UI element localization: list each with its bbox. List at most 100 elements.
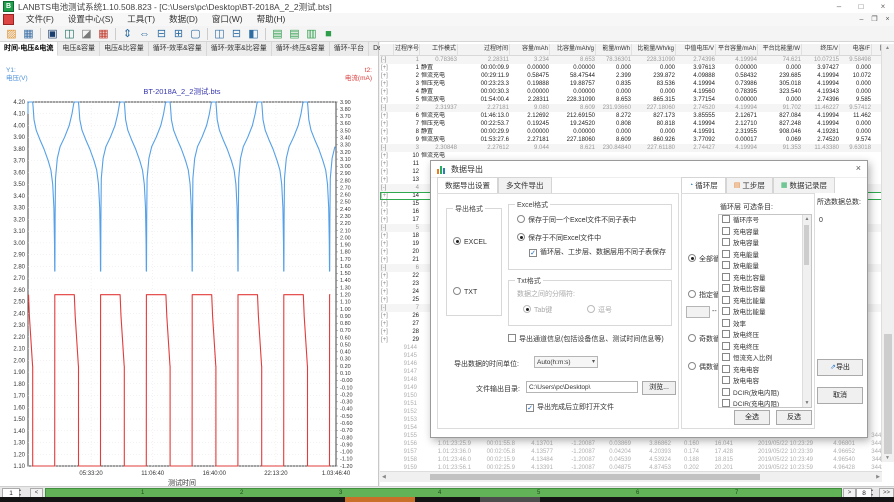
schedule-icon[interactable]: ▦	[96, 27, 111, 41]
cycle-item-checkbox[interactable]: 充电终压	[719, 342, 811, 354]
tile-horizontal-icon[interactable]: ⊟	[229, 27, 244, 41]
expand-icon[interactable]: [+]	[380, 248, 394, 256]
table-header-cell[interactable]: 电容/F	[840, 44, 872, 55]
export-button[interactable]: ⇗导出	[817, 359, 863, 376]
record-row[interactable]: 91581.01:23:46.000:02:15.94.13484-1.2008…	[380, 456, 882, 464]
cycle-item-checkbox[interactable]: DCIR(充电内阻)	[719, 399, 811, 408]
table-header-cell[interactable]: 平台容量/mAh	[716, 44, 758, 55]
table-header-cell[interactable]: 终压/V	[802, 44, 840, 55]
expand-icon[interactable]: [-]	[380, 144, 394, 152]
table-header-cell[interactable]: 过程序号	[394, 44, 420, 55]
expand-icon[interactable]: [+]	[380, 296, 394, 304]
cycle-item-checkbox[interactable]: 充电比能量	[719, 296, 811, 308]
table-header-cell[interactable]: 平台比能量/W	[758, 44, 802, 55]
cycle-summary-row[interactable]: [-]10.783632.283113.2348.65378.36301228.…	[380, 56, 882, 64]
tab-record-layer[interactable]: ▦数据记录层	[773, 177, 835, 193]
table-row[interactable]: [+]1静置00:00:09.90.000000.000000.0000.000…	[380, 64, 882, 72]
cycle-item-checkbox[interactable]: 放电电容	[719, 376, 811, 388]
table-header-cell[interactable]: 能量/mWh	[596, 44, 632, 55]
zoom-box-icon[interactable]: ▢	[188, 27, 203, 41]
tab-export-settings[interactable]: 数据导出设置	[437, 177, 498, 193]
menu-item[interactable]: 窗口(W)	[205, 14, 250, 24]
table-row[interactable]: [+]5恒流放电01:54:00.42.28311228.310908.6538…	[380, 96, 882, 104]
invert-selection-button[interactable]: 反选	[776, 410, 812, 425]
list-scrollbar[interactable]: ▲▼	[802, 215, 811, 407]
mdi-close-button[interactable]: ×	[881, 14, 894, 25]
expand-icon[interactable]: [+]	[380, 176, 394, 184]
expand-icon[interactable]: [+]	[380, 288, 394, 296]
chart-tab[interactable]: 电压&比容量	[100, 42, 149, 56]
export-channel-info-checkbox[interactable]: 导出通道信息(包括设备信息、测试时间信息等)	[508, 334, 664, 344]
menu-item[interactable]: 数据(D)	[162, 14, 205, 24]
horizontal-scrollbar[interactable]: ◀ ▶	[380, 471, 882, 482]
voltage-current-chart[interactable]: Y1:电压(V)t2:电流(mA)BT-2018A_2_2测试.bts4.204…	[0, 56, 378, 486]
expand-icon[interactable]: [-]	[380, 304, 394, 312]
expand-icon[interactable]: [+]	[380, 280, 394, 288]
menu-item[interactable]: 帮助(H)	[250, 14, 293, 24]
expand-icon[interactable]: [+]	[380, 112, 394, 120]
excel-subtable-checkbox[interactable]: 循环层、工步层、数据层用不同子表保存	[529, 247, 666, 257]
maximize-button[interactable]: □	[850, 1, 872, 13]
zoom-all-icon[interactable]: ⇔	[137, 27, 152, 41]
table-header-cell[interactable]: 中值电压/V	[676, 44, 716, 55]
expand-icon[interactable]: [+]	[380, 120, 394, 128]
expand-icon[interactable]: [-]	[380, 264, 394, 272]
expand-icon[interactable]: [+]	[380, 136, 394, 144]
expand-icon[interactable]: [-]	[380, 184, 394, 192]
expand-icon[interactable]: [-]	[380, 56, 394, 64]
cycle-summary-row[interactable]: [-]32.308482.276129.0448.621230.84840227…	[380, 144, 882, 152]
copy-data-icon[interactable]: ◫	[62, 27, 77, 41]
list-view-icon[interactable]: ▤	[270, 27, 285, 41]
cycle-item-checkbox[interactable]: 放电能量	[719, 261, 811, 273]
expand-icon[interactable]: [+]	[380, 320, 394, 328]
mdi-minimize-button[interactable]: –	[855, 14, 868, 25]
cycle-item-checkbox[interactable]: 放电比容量	[719, 284, 811, 296]
expand-icon[interactable]: [+]	[380, 168, 394, 176]
cycle-range-start-input[interactable]	[686, 306, 710, 318]
minimize-button[interactable]: –	[828, 1, 850, 13]
expand-icon[interactable]: [+]	[380, 240, 394, 248]
mdi-restore-button[interactable]: ❐	[868, 14, 881, 25]
expand-icon[interactable]: [+]	[380, 216, 394, 224]
chart-config-icon[interactable]: ◪	[79, 27, 94, 41]
table-row[interactable]: [+]4静置00:00:30.30.000000.000000.0000.000…	[380, 88, 882, 96]
expand-icon[interactable]: [+]	[380, 272, 394, 280]
tile-vertical-icon[interactable]: ◫	[212, 27, 227, 41]
excel-diff-file-radio[interactable]: 保存于不同Excel文件中	[517, 233, 601, 243]
cycle-item-checkbox[interactable]: 放电终压	[719, 330, 811, 342]
expand-icon[interactable]: [-]	[380, 224, 394, 232]
menu-item[interactable]: 文件(F)	[19, 14, 61, 24]
table-row[interactable]: [+]9恒流放电01:53:27.62.27181227.180608.6098…	[380, 136, 882, 144]
table-header-cell[interactable]: 过程时间	[458, 44, 510, 55]
tab-multifile-export[interactable]: 多文件导出	[498, 177, 552, 193]
cascade-icon[interactable]: ◧	[246, 27, 261, 41]
open-file-icon[interactable]: ▨	[4, 27, 19, 41]
table-header-cell[interactable]: 容量/mAh	[510, 44, 550, 55]
taskbar-item[interactable]	[480, 497, 540, 502]
menu-item[interactable]: 设置中心(S)	[61, 14, 120, 24]
expand-icon[interactable]: [+]	[380, 336, 394, 344]
cycle-items-list[interactable]: 循环序号充电容量放电容量充电能量放电能量充电比容量放电比容量充电比能量放电比能量…	[718, 214, 812, 408]
vertical-scrollbar[interactable]: ▲ ▼	[881, 44, 894, 462]
right-spinner-arrows[interactable]: ▴▾	[871, 488, 878, 497]
expand-icon[interactable]: [+]	[380, 72, 394, 80]
expand-icon[interactable]: [+]	[380, 128, 394, 136]
expand-icon[interactable]: [+]	[380, 312, 394, 320]
cycle-item-checkbox[interactable]: 充电电容	[719, 365, 811, 377]
expand-icon[interactable]: [+]	[380, 208, 394, 216]
excel-same-file-radio[interactable]: 保存于同一个Excel文件不同子表中	[517, 215, 636, 225]
close-button[interactable]: ×	[872, 1, 894, 13]
expand-icon[interactable]: [+]	[380, 192, 394, 200]
tab-step-layer[interactable]: ▤工步层	[726, 177, 773, 193]
expand-icon[interactable]: [+]	[380, 152, 394, 160]
table-row[interactable]: [+]7恒压充电00:22:53.70.1924519.245200.80880…	[380, 120, 882, 128]
table-row[interactable]: [+]10恒流充电	[380, 152, 882, 160]
expand-icon[interactable]: [+]	[380, 160, 394, 168]
cycle-item-checkbox[interactable]: 效率	[719, 319, 811, 331]
expand-icon[interactable]: [+]	[380, 200, 394, 208]
record-row[interactable]: 91561.01:23:25.900:01:55.84.13701-1.2008…	[380, 440, 882, 448]
expand-icon[interactable]: [+]	[380, 88, 394, 96]
cycle-item-checkbox[interactable]: 充电比容量	[719, 273, 811, 285]
expand-icon[interactable]: [+]	[380, 96, 394, 104]
list-detail-icon[interactable]: ▤	[287, 27, 302, 41]
